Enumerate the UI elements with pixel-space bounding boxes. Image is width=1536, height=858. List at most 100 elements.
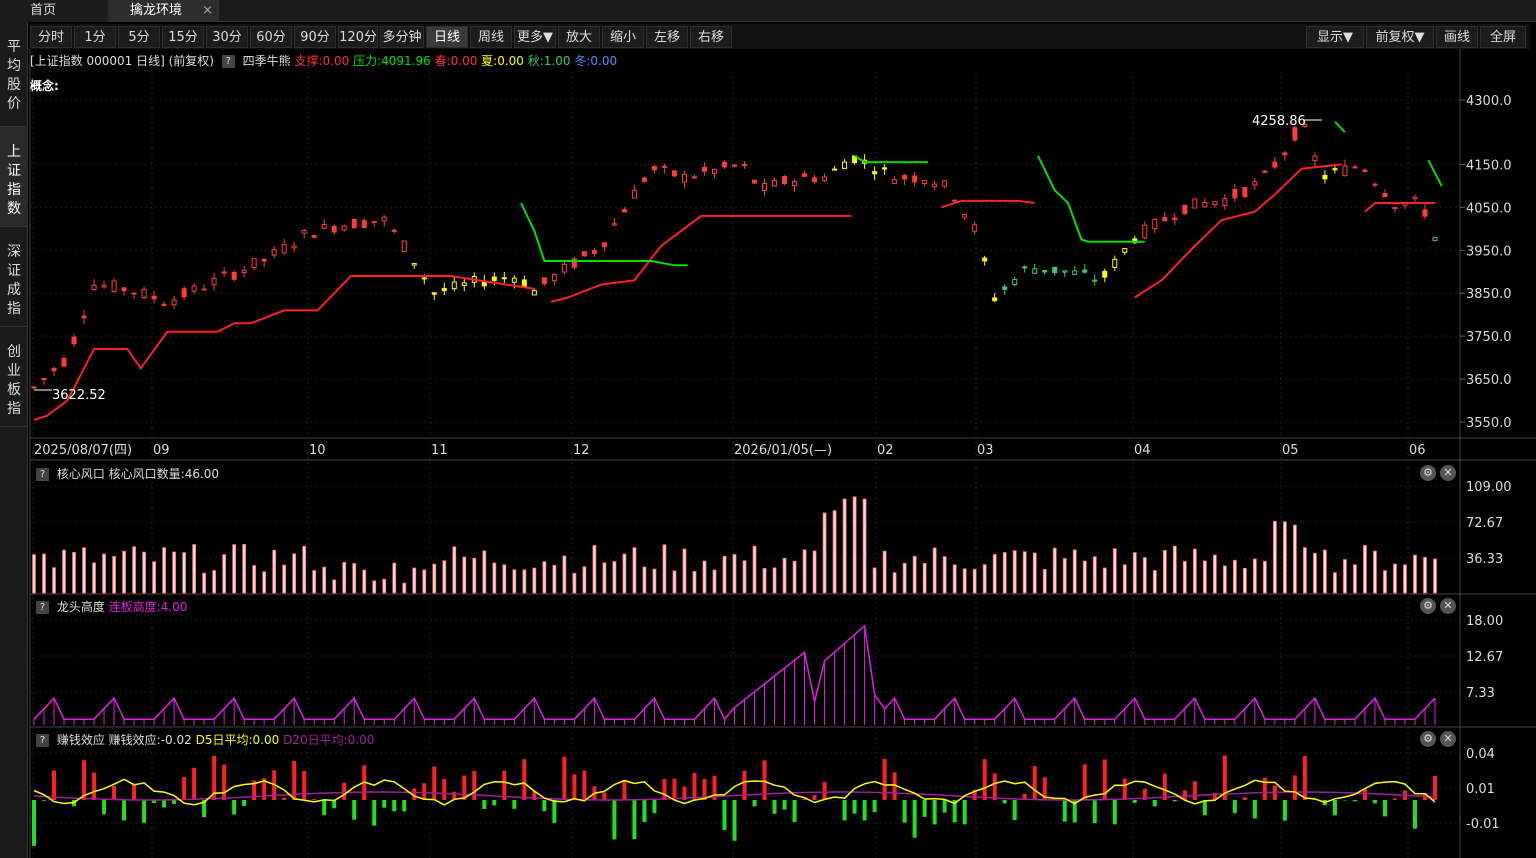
- money-bar-down: [1382, 800, 1387, 817]
- candle-body: [1072, 270, 1078, 275]
- toolbar-right-button-3[interactable]: 全屏: [1480, 26, 1526, 48]
- wind-bar: [422, 569, 427, 594]
- wind-bar: [662, 544, 667, 594]
- wind-bar: [1032, 552, 1037, 594]
- wind-bar: [242, 543, 247, 594]
- candle-body: [731, 164, 737, 167]
- candle-body: [822, 176, 828, 182]
- wind-bar: [1343, 559, 1347, 594]
- money-bar-up: [1042, 777, 1047, 800]
- candle-body: [1332, 168, 1338, 171]
- candle-body: [972, 224, 978, 232]
- period-button-6[interactable]: 90分: [294, 26, 336, 48]
- help-icon[interactable]: ?: [36, 468, 49, 481]
- gear-icon[interactable]: ⚙: [1420, 465, 1436, 481]
- money-bar-down: [392, 800, 397, 812]
- date-tick-label: 02: [877, 443, 894, 458]
- close-icon[interactable]: ✕: [1440, 465, 1456, 481]
- money-bar-up: [52, 770, 57, 800]
- period-button-9[interactable]: 日线: [426, 26, 468, 48]
- period-button-2[interactable]: 5分: [118, 26, 160, 48]
- close-icon[interactable]: ×: [202, 0, 213, 22]
- toolbar-right-button-2[interactable]: 画线: [1436, 26, 1478, 48]
- panel2-header: ? 龙头高度 连板高度:4.00: [32, 598, 187, 615]
- period-button-7[interactable]: 120分: [338, 26, 378, 48]
- candle-body: [812, 177, 818, 183]
- support-line: [33, 275, 535, 421]
- close-icon[interactable]: ✕: [1440, 598, 1456, 614]
- wind-bar: [672, 570, 677, 594]
- period-button-0[interactable]: 分时: [30, 26, 72, 48]
- candle-body: [141, 288, 147, 299]
- pressure-value: 压力:4091.96: [353, 54, 431, 68]
- toolbar-right-button-1[interactable]: 前复权▼: [1366, 26, 1434, 48]
- money-bar-down: [1332, 800, 1337, 816]
- panel2-title: 龙头高度: [56, 600, 105, 614]
- candle-body: [842, 161, 848, 169]
- candle-body: [61, 358, 67, 367]
- money-bar-up: [762, 760, 767, 800]
- candle-body: [291, 245, 297, 249]
- candle-body: [691, 176, 697, 179]
- help-icon[interactable]: ?: [221, 55, 235, 68]
- candle-body: [151, 295, 157, 300]
- wind-bar: [412, 567, 417, 594]
- wind-bar: [482, 550, 487, 594]
- help-icon[interactable]: ?: [36, 601, 49, 614]
- money-bar-up: [432, 766, 437, 800]
- gear-icon[interactable]: ⚙: [1420, 731, 1436, 747]
- candle-body: [551, 274, 557, 282]
- candle-body: [912, 175, 918, 183]
- pressure-line: [1427, 159, 1443, 187]
- period-button-10[interactable]: 周线: [470, 26, 512, 48]
- period-button-3[interactable]: 15分: [162, 26, 204, 48]
- wind-bar: [262, 571, 267, 594]
- gear-icon[interactable]: ⚙: [1420, 598, 1436, 614]
- money-bar-up: [662, 778, 667, 800]
- candle-body: [832, 168, 838, 171]
- close-icon[interactable]: ✕: [1440, 731, 1456, 747]
- candle-body: [531, 290, 537, 296]
- action-button-3[interactable]: 右移: [690, 26, 732, 48]
- chart-canvas[interactable]: 4300.0 4150.0 4050.0 3950.0 3850.0 3750.0 3650…: [0, 0, 1536, 858]
- period-button-5[interactable]: 60分: [250, 26, 292, 48]
- toolbar-right-button-0[interactable]: 显示▼: [1306, 26, 1364, 48]
- period-button-11[interactable]: 更多▼: [514, 26, 556, 48]
- period-button-8[interactable]: 多分钟: [380, 26, 424, 48]
- wind-bar: [102, 553, 106, 594]
- tab-active[interactable]: 擒龙环境 ×: [108, 0, 219, 22]
- action-button-0[interactable]: 放大: [558, 26, 600, 48]
- price-tick-label: 4300.0: [1466, 94, 1512, 109]
- money-bar-up: [1022, 793, 1027, 800]
- nav-item-chinext[interactable]: 创业板指: [0, 327, 28, 427]
- wind-bar: [62, 549, 66, 594]
- candle-body: [201, 288, 207, 291]
- nav-item-shenzhen[interactable]: 深证成指: [0, 227, 28, 327]
- money-bar-up: [1422, 793, 1427, 800]
- summer-value: 夏:0.00: [481, 54, 524, 68]
- concept-label: 概念:: [30, 79, 59, 93]
- candle-body: [341, 225, 347, 231]
- money-bar-down: [382, 800, 387, 808]
- wind-bar: [472, 557, 477, 594]
- nav-item-shanghai[interactable]: 上证指数: [0, 127, 28, 227]
- money-bar-up: [1272, 785, 1277, 800]
- candle-body: [952, 199, 958, 202]
- candle-body: [81, 315, 87, 319]
- period-button-1[interactable]: 1分: [74, 26, 116, 48]
- candle-body: [331, 225, 337, 233]
- candle-body: [211, 277, 217, 286]
- nav-item-avg-price[interactable]: 平均股价: [0, 22, 28, 127]
- tab-home[interactable]: 首页: [0, 0, 108, 22]
- period-button-4[interactable]: 30分: [206, 26, 248, 48]
- money-bar-down: [792, 800, 797, 823]
- action-button-1[interactable]: 缩小: [602, 26, 644, 48]
- date-tick-label: 05: [1282, 443, 1299, 458]
- action-button-2[interactable]: 左移: [646, 26, 688, 48]
- wind-bar: [1252, 558, 1257, 594]
- wind-bar: [1423, 556, 1427, 594]
- help-icon[interactable]: ?: [36, 734, 49, 747]
- wind-bar: [772, 567, 777, 594]
- wind-bar: [492, 562, 497, 594]
- stock-title: [上证指数 000001 日线] (前复权): [30, 54, 214, 68]
